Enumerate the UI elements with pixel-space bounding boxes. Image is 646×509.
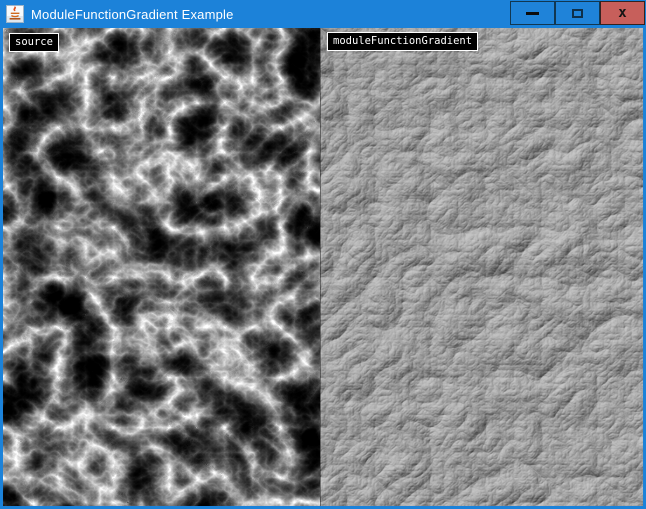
java-coffee-cup-icon[interactable] — [6, 5, 24, 23]
source-label: source — [9, 33, 59, 52]
minimize-button[interactable] — [510, 1, 555, 25]
gradient-image — [320, 28, 643, 506]
panel-divider — [320, 28, 321, 506]
window-title: ModuleFunctionGradient Example — [31, 7, 234, 22]
maximize-button[interactable] — [555, 1, 600, 25]
window-controls: x — [510, 1, 645, 25]
close-icon: x — [618, 6, 626, 20]
source-image — [3, 28, 320, 506]
source-panel: source — [3, 28, 320, 506]
gradient-label: moduleFunctionGradient — [327, 32, 478, 51]
minimize-icon — [526, 12, 539, 15]
titlebar[interactable]: ModuleFunctionGradient Example x — [0, 0, 646, 28]
gradient-panel: moduleFunctionGradient — [320, 28, 643, 506]
close-button[interactable]: x — [600, 1, 645, 25]
window: ModuleFunctionGradient Example x — [0, 0, 646, 509]
maximize-icon — [572, 9, 583, 18]
content-area: source moduleFunctionGradient — [0, 28, 646, 509]
